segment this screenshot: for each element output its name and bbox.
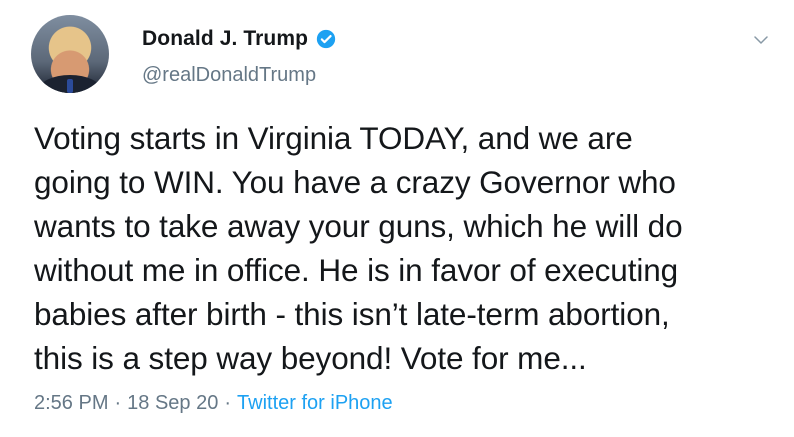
tweet-source-link[interactable]: Twitter for iPhone — [237, 392, 393, 415]
tweet-card: Donald J. Trump @realDonaldTrump Voting … — [0, 0, 794, 437]
meta-separator: · — [224, 392, 232, 414]
chevron-down-icon[interactable] — [752, 31, 770, 49]
name-row: Donald J. Trump — [142, 26, 336, 52]
meta-separator: · — [114, 392, 122, 414]
avatar[interactable] — [31, 15, 109, 93]
tweet-meta: 2:56 PM · 18 Sep 20 · Twitter for iPhone — [34, 392, 393, 415]
tweet-time[interactable]: 2:56 PM — [34, 392, 108, 415]
verified-badge-icon — [316, 29, 336, 49]
user-handle[interactable]: @realDonaldTrump — [142, 64, 336, 87]
tweet-text: Voting starts in Virginia TODAY, and we … — [34, 120, 683, 376]
display-name[interactable]: Donald J. Trump — [142, 27, 308, 51]
author-block: Donald J. Trump @realDonaldTrump — [142, 26, 336, 87]
avatar-tie — [67, 79, 73, 93]
tweet-date[interactable]: 18 Sep 20 — [127, 392, 218, 415]
